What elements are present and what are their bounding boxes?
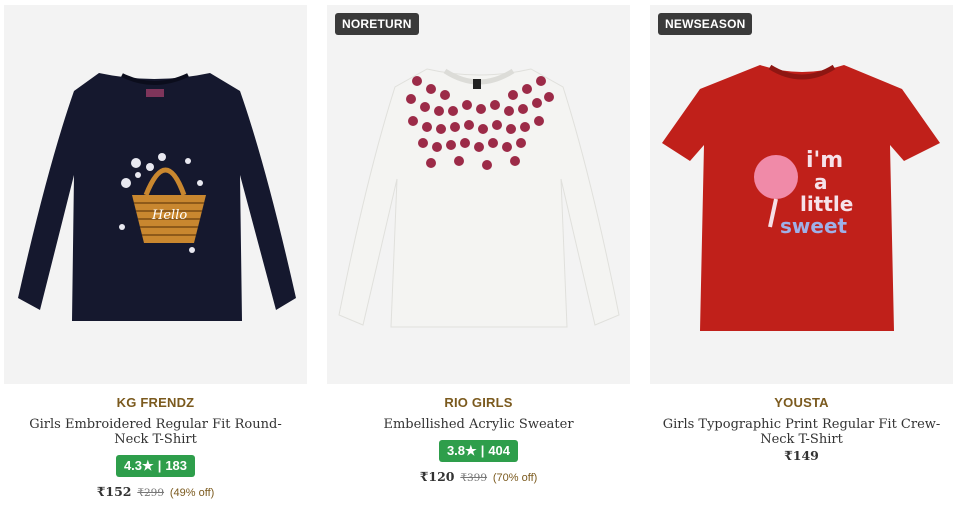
product-card[interactable]: i'm a little sweet NEWSEASON YOUSTA Girl… — [650, 5, 953, 464]
print-line-3: little — [800, 192, 853, 216]
product-grid: Hello KG FRENDZ Girls Embroidered Regula… — [0, 0, 964, 526]
rating-badge: 3.8★ | 404 — [438, 440, 519, 462]
product-title[interactable]: Girls Typographic Print Regular Fit Crew… — [650, 417, 953, 447]
rating-count: 404 — [488, 443, 511, 458]
product-title[interactable]: Embellished Acrylic Sweater — [327, 417, 630, 432]
selling-price: ₹152 — [96, 484, 132, 499]
hello-print-text: Hello — [151, 208, 187, 223]
rating-separator: | — [157, 458, 162, 473]
star-icon: ★ — [465, 443, 477, 458]
discount-text: (70% off) — [492, 472, 538, 484]
print-line-4: sweet — [780, 214, 848, 238]
product-image[interactable]: i'm a little sweet NEWSEASON — [650, 5, 953, 384]
selling-price: ₹149 — [784, 448, 819, 463]
white-sweater-sequins-icon — [338, 68, 620, 328]
newseason-tag: NEWSEASON — [658, 13, 753, 35]
rating-badge: 4.3★ | 183 — [115, 455, 196, 477]
noreturn-tag: NORETURN — [335, 13, 419, 35]
rating-value: 4.3 — [123, 458, 143, 473]
product-card[interactable]: Hello KG FRENDZ Girls Embroidered Regula… — [4, 5, 307, 501]
price-row: ₹120 ₹399 (70% off) — [327, 469, 630, 486]
star-icon: ★ — [142, 458, 154, 473]
print-line-2: a — [814, 170, 828, 194]
selling-price: ₹120 — [419, 469, 455, 484]
navy-tshirt-basket-icon: Hello — [18, 73, 296, 321]
rating-count: 183 — [165, 458, 188, 473]
mrp-price: ₹399 — [460, 472, 488, 484]
mrp-price: ₹299 — [137, 487, 165, 499]
red-tshirt-print-icon: i'm a little sweet — [662, 64, 940, 331]
price-row: ₹152 ₹299 (49% off) — [4, 484, 307, 501]
brand-name: RIO GIRLS — [444, 395, 513, 410]
rating-separator: | — [480, 443, 485, 458]
rating-value: 3.8 — [446, 443, 466, 458]
price-row: ₹149 — [650, 448, 953, 464]
product-title[interactable]: Girls Embroidered Regular Fit Round-Neck… — [4, 417, 307, 447]
discount-text: (49% off) — [169, 487, 215, 499]
brand-name: YOUSTA — [774, 395, 829, 410]
product-image[interactable]: Hello — [4, 5, 307, 384]
product-image[interactable]: NORETURN — [327, 5, 630, 384]
product-card[interactable]: NORETURN RIO GIRLS Embellished Acrylic S… — [327, 5, 630, 486]
brand-name: KG FRENDZ — [116, 395, 195, 410]
